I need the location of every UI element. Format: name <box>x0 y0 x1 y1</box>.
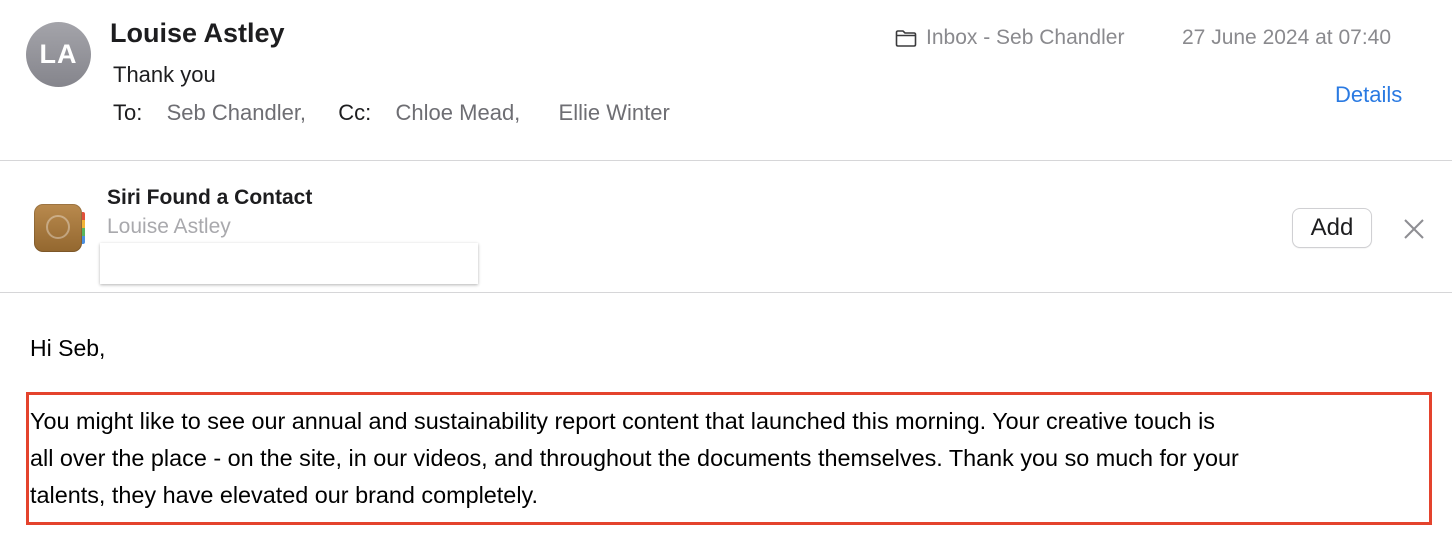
sender-avatar[interactable]: LA <box>26 22 91 87</box>
add-contact-button[interactable]: Add <box>1292 208 1372 248</box>
email-greeting: Hi Seb, <box>30 335 106 361</box>
cc-recipient[interactable]: Chloe Mead, <box>396 100 521 125</box>
details-link[interactable]: Details <box>1335 82 1402 108</box>
siri-contact-name: Louise Astley <box>107 215 231 238</box>
mailbox-location[interactable]: Inbox - Seb Chandler <box>895 26 1124 50</box>
body-line: all over the place - on the site, in our… <box>30 445 1239 471</box>
banner-divider <box>0 292 1452 293</box>
mailbox-label: Inbox - Seb Chandler <box>926 26 1125 49</box>
email-date: 27 June 2024 at 07:40 <box>1182 26 1392 49</box>
body-line: You might like to see our annual and sus… <box>30 408 1215 434</box>
cc-recipient[interactable]: Ellie Winter <box>559 100 670 125</box>
popup-panel <box>100 243 478 284</box>
folder-icon <box>895 30 917 47</box>
email-viewer: LA Louise Astley Thank you To: Seb Chand… <box>0 0 1452 540</box>
header-divider <box>0 160 1452 161</box>
email-body-paragraph: You might like to see our annual and sus… <box>30 403 1428 514</box>
sender-name[interactable]: Louise Astley <box>110 18 285 49</box>
close-icon[interactable] <box>1400 215 1428 243</box>
to-label: To: <box>113 100 143 125</box>
email-subject: Thank you <box>113 62 216 87</box>
cc-label: Cc: <box>338 100 372 125</box>
recipients-line: To: Seb Chandler, Cc: Chloe Mead, Ellie … <box>113 100 670 126</box>
siri-banner-title: Siri Found a Contact <box>107 186 313 209</box>
avatar-initials: LA <box>39 39 78 69</box>
body-line: talents, they have elevated our brand co… <box>30 482 538 508</box>
to-recipient[interactable]: Seb Chandler, <box>167 100 306 125</box>
contacts-app-icon <box>34 204 85 252</box>
